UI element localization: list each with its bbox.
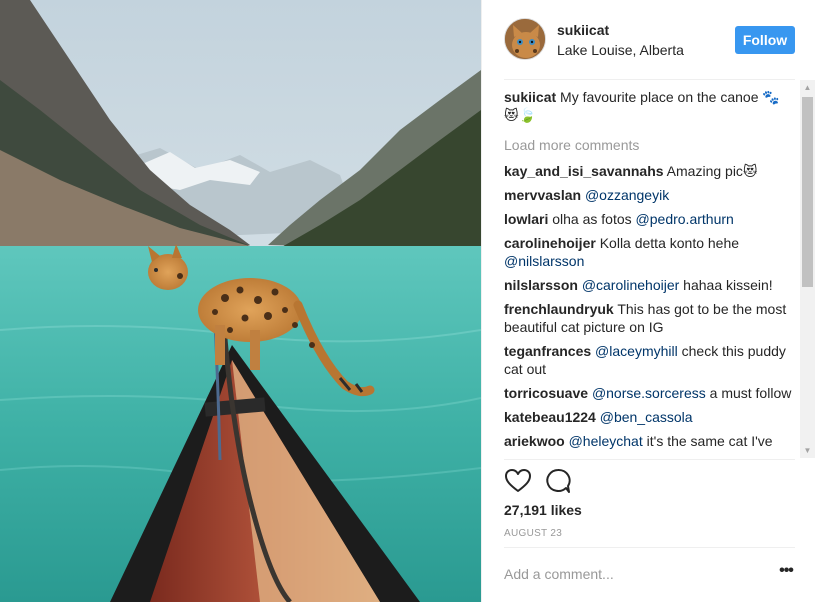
speech-bubble-icon xyxy=(546,469,571,493)
comment-row: ariekwoo @heleychat it's the same cat I'… xyxy=(504,432,798,450)
comments-list[interactable]: sukiicat My favourite place on the canoe… xyxy=(504,88,798,458)
post-date: AUGUST 23 xyxy=(504,528,563,539)
comment-mention-link[interactable]: @heleychat xyxy=(569,433,643,449)
post-actions xyxy=(504,467,604,497)
comment-username[interactable]: kay_and_isi_savannahs xyxy=(504,163,664,179)
comment-button[interactable] xyxy=(544,467,572,495)
comment-mention-link[interactable]: @norse.sorceress xyxy=(592,385,706,401)
comment-username[interactable]: lowlari xyxy=(504,211,548,227)
comment-row: nilslarsson @carolinehoijer hahaa kissei… xyxy=(504,276,798,294)
more-options-icon[interactable]: ••• xyxy=(776,563,796,584)
lake-canoe-cat-image xyxy=(0,0,481,602)
follow-button[interactable]: Follow xyxy=(735,26,795,54)
comments-scrollbar[interactable]: ▲ ▼ xyxy=(800,80,815,458)
comment-row: kay_and_isi_savannahs Amazing pic😻 xyxy=(504,162,798,180)
comment-mention-link[interactable]: @laceymyhill xyxy=(595,343,678,359)
comment-text: olha as fotos xyxy=(552,211,636,227)
comment-username[interactable]: katebeau1224 xyxy=(504,409,596,425)
comment-username[interactable]: teganfrances xyxy=(504,343,591,359)
comment-username[interactable]: ariekwoo xyxy=(504,433,565,449)
scroll-up-arrow-icon[interactable]: ▲ xyxy=(800,80,815,95)
likes-count[interactable]: 27,191 likes xyxy=(504,502,582,518)
comment-username[interactable]: torricosuave xyxy=(504,385,588,401)
avatar[interactable] xyxy=(504,18,546,60)
header-divider xyxy=(504,79,795,80)
comment-text: Kolla detta konto hehe xyxy=(599,235,740,251)
post-sidebar: sukiicat Lake Louise, Alberta Follow suk… xyxy=(481,0,816,602)
post-modal: sukiicat Lake Louise, Alberta Follow suk… xyxy=(0,0,816,602)
heart-outline-icon xyxy=(505,469,531,492)
comment-username[interactable]: nilslarsson xyxy=(504,277,578,293)
caption-emoji: 😻🍃 xyxy=(504,107,537,123)
comment-mention-link[interactable]: @ben_cassola xyxy=(600,409,693,425)
comment-row: mervvaslan @ozzangeyik xyxy=(504,186,798,204)
comment-text: hahaa kissein! xyxy=(679,277,773,293)
post-location[interactable]: Lake Louise, Alberta xyxy=(557,42,684,58)
comment-text: a must follow xyxy=(705,385,792,401)
caption: sukiicat My favourite place on the canoe… xyxy=(504,88,798,124)
comment-username[interactable]: mervvaslan xyxy=(504,187,581,203)
comment-row: torricosuave @norse.sorceress a must fol… xyxy=(504,384,798,402)
comment-mention-link[interactable]: @ozzangeyik xyxy=(585,187,669,203)
comment-row: carolinehoijer Kolla detta konto hehe @n… xyxy=(504,234,798,270)
avatar-cat-icon xyxy=(505,19,545,59)
comment-mention-link[interactable]: @nilslarsson xyxy=(504,253,584,269)
comments-divider xyxy=(504,459,795,460)
comment-username[interactable]: frenchlaundryuk xyxy=(504,301,614,317)
caption-username[interactable]: sukiicat xyxy=(504,89,556,105)
post-header: sukiicat Lake Louise, Alberta Follow xyxy=(504,18,795,62)
post-username[interactable]: sukiicat xyxy=(557,22,609,38)
comment-text: it's the same cat I've xyxy=(642,433,773,449)
comment-mention-link[interactable]: @pedro.arthurn xyxy=(636,211,734,227)
comment-row: teganfrances @laceymyhill check this pud… xyxy=(504,342,798,378)
scroll-thumb[interactable] xyxy=(802,97,813,287)
like-button[interactable] xyxy=(504,467,532,495)
load-more-comments-link[interactable]: Load more comments xyxy=(504,136,798,154)
comment-row: frenchlaundryuk This has got to be the m… xyxy=(504,300,798,336)
comment-text: Amazing pic😻 xyxy=(666,163,758,179)
comment-row: lowlari olha as fotos @pedro.arthurn xyxy=(504,210,798,228)
comment-rows: kay_and_isi_savannahs Amazing pic😻 mervva… xyxy=(504,162,798,450)
comment-row: katebeau1224 @ben_cassola xyxy=(504,408,798,426)
caption-text: My favourite place on the canoe 🐾 xyxy=(560,89,780,105)
add-comment-input[interactable] xyxy=(504,563,764,585)
scroll-down-arrow-icon[interactable]: ▼ xyxy=(800,443,815,458)
post-photo[interactable] xyxy=(0,0,481,602)
footer-divider xyxy=(504,547,795,548)
comment-username[interactable]: carolinehoijer xyxy=(504,235,596,251)
comment-mention-link[interactable]: @carolinehoijer xyxy=(582,277,679,293)
